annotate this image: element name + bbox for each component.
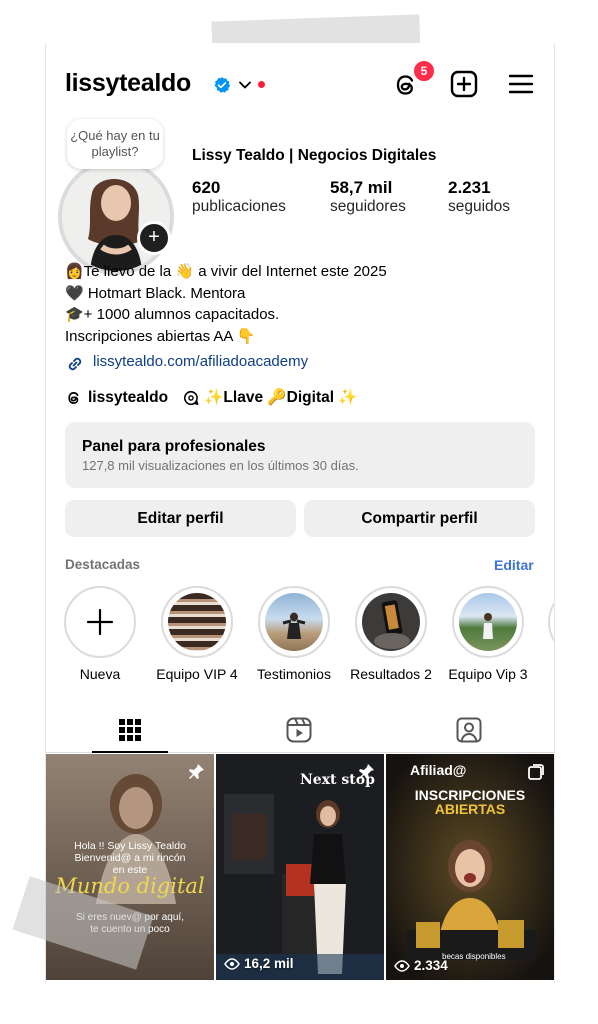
threads-handle[interactable]: lissytealdo bbox=[88, 389, 168, 407]
highlight-cover bbox=[362, 593, 420, 651]
broadcast-channel-icon bbox=[184, 390, 199, 405]
instagram-profile-screen: lissytealdo 5 ¿Qué hay en tu playlist? +… bbox=[45, 43, 555, 983]
highlight-resultados-2[interactable] bbox=[355, 586, 427, 658]
stat-followers[interactable]: 58,7 mil seguidores bbox=[330, 178, 406, 216]
highlight-label: Equipo VIP 4 bbox=[156, 666, 238, 682]
carousel-icon bbox=[528, 764, 544, 780]
views-eye-icon bbox=[224, 957, 240, 970]
stat-followers-value: 58,7 mil bbox=[330, 178, 393, 197]
post-tile[interactable]: Next stop 16,2 mil bbox=[216, 754, 384, 980]
phone-photo bbox=[374, 600, 410, 649]
highlight-label: Resultados 2 bbox=[350, 666, 432, 682]
post-footer: becas disponibles bbox=[442, 952, 506, 961]
verified-badge-icon bbox=[214, 77, 231, 93]
stat-following-label: seguidos bbox=[448, 198, 511, 215]
post-views: 2.334 bbox=[394, 958, 448, 973]
post-views: 16,2 mil bbox=[224, 956, 294, 971]
post-tile[interactable]: Afiliad@ INSCRIPCIONES ABIERTAS becas di… bbox=[386, 754, 554, 980]
highlight-partial[interactable] bbox=[548, 586, 554, 658]
post-headline-line: ABIERTAS bbox=[434, 801, 506, 817]
link-icon bbox=[68, 357, 82, 371]
stat-followers-label: seguidores bbox=[330, 198, 406, 215]
edit-profile-button[interactable]: Editar perfil bbox=[65, 500, 296, 537]
broadcast-channel-name[interactable]: ✨Llave 🔑Digital ✨ bbox=[204, 388, 358, 407]
stat-following[interactable]: 2.231 seguidos bbox=[448, 178, 510, 216]
bio-line: 👩Te llevo de la 👋 a vivir del Internet e… bbox=[65, 263, 387, 280]
create-post-icon[interactable] bbox=[449, 69, 479, 99]
post-text-line: Bienvenid@ a mi rincón bbox=[74, 852, 186, 864]
threads-row: lissytealdo ✨Llave 🔑Digital ✨ bbox=[65, 388, 358, 407]
note-bubble[interactable]: ¿Qué hay en tu playlist? bbox=[67, 119, 163, 169]
add-story-plus-icon[interactable]: + bbox=[137, 221, 171, 255]
highlight-new[interactable] bbox=[64, 586, 136, 658]
post-overlay-text: Hola !! Soy Lissy Tealdo Bienvenid@ a mi… bbox=[46, 840, 214, 876]
highlight-label: Testimonios bbox=[257, 666, 331, 682]
post-view-count: 16,2 mil bbox=[244, 956, 294, 971]
highlight-cover bbox=[168, 593, 226, 651]
highlight-equipo-vip-3[interactable] bbox=[452, 586, 524, 658]
bio-line: Inscripciones abiertas AA 👇 bbox=[65, 327, 256, 345]
dashboard-subtitle: 127,8 mil visualizaciones en los últimos… bbox=[82, 458, 359, 473]
dashboard-title: Panel para profesionales bbox=[82, 438, 266, 455]
account-activity-dot bbox=[258, 81, 265, 88]
stat-posts-value: 620 bbox=[192, 178, 221, 197]
account-switch-chevron-icon[interactable] bbox=[239, 80, 251, 90]
person-silhouette bbox=[282, 612, 306, 639]
bio-line: 🎓+ 1000 alumnos capacitados. bbox=[65, 306, 280, 323]
notification-badge: 5 bbox=[413, 60, 435, 82]
post-brand: Afiliad@ bbox=[410, 762, 467, 778]
post-text-line: Hola !! Soy Lissy Tealdo bbox=[74, 840, 186, 852]
post-headline: INSCRIPCIONES ABIERTAS bbox=[386, 788, 554, 816]
threads-small-icon bbox=[68, 391, 79, 404]
profile-link[interactable]: lissytealdo.com/afiliadoacademy bbox=[93, 353, 308, 370]
person-silhouette bbox=[483, 613, 493, 639]
tagged-tab-icon[interactable] bbox=[454, 715, 484, 745]
stat-posts[interactable]: 620 publicaciones bbox=[192, 178, 286, 216]
reels-tab-icon[interactable] bbox=[284, 715, 314, 745]
pin-icon bbox=[189, 764, 204, 779]
highlight-label: Equipo Vip 3 bbox=[448, 666, 528, 682]
menu-icon[interactable] bbox=[506, 69, 536, 99]
profile-username[interactable]: lissytealdo bbox=[65, 69, 191, 98]
bio-line: 🖤 Hotmart Black. Mentora bbox=[65, 284, 246, 302]
highlight-cover bbox=[459, 593, 517, 651]
pin-icon bbox=[359, 764, 374, 779]
highlight-cover bbox=[265, 593, 323, 651]
highlights-title: Destacadas bbox=[65, 557, 141, 572]
views-eye-icon bbox=[394, 959, 410, 972]
highlight-label: Nueva bbox=[79, 666, 121, 682]
stat-following-value: 2.231 bbox=[448, 178, 491, 197]
edit-highlights-link[interactable]: Editar bbox=[494, 557, 534, 573]
highlight-equipo-vip-4[interactable] bbox=[161, 586, 233, 658]
post-view-count: 2.334 bbox=[414, 958, 448, 973]
grid-tab-icon[interactable] bbox=[115, 715, 145, 745]
stat-posts-label: publicaciones bbox=[192, 198, 286, 215]
active-tab-underline bbox=[92, 751, 168, 753]
profile-bio: 👩Te llevo de la 👋 a vivir del Internet e… bbox=[65, 261, 387, 347]
share-profile-button[interactable]: Compartir perfil bbox=[304, 500, 535, 537]
post-headline-line: INSCRIPCIONES bbox=[414, 787, 526, 803]
plus-icon bbox=[86, 608, 114, 636]
profile-full-name: Lissy Tealdo | Negocios Digitales bbox=[192, 147, 437, 164]
highlight-testimonios[interactable] bbox=[258, 586, 330, 658]
